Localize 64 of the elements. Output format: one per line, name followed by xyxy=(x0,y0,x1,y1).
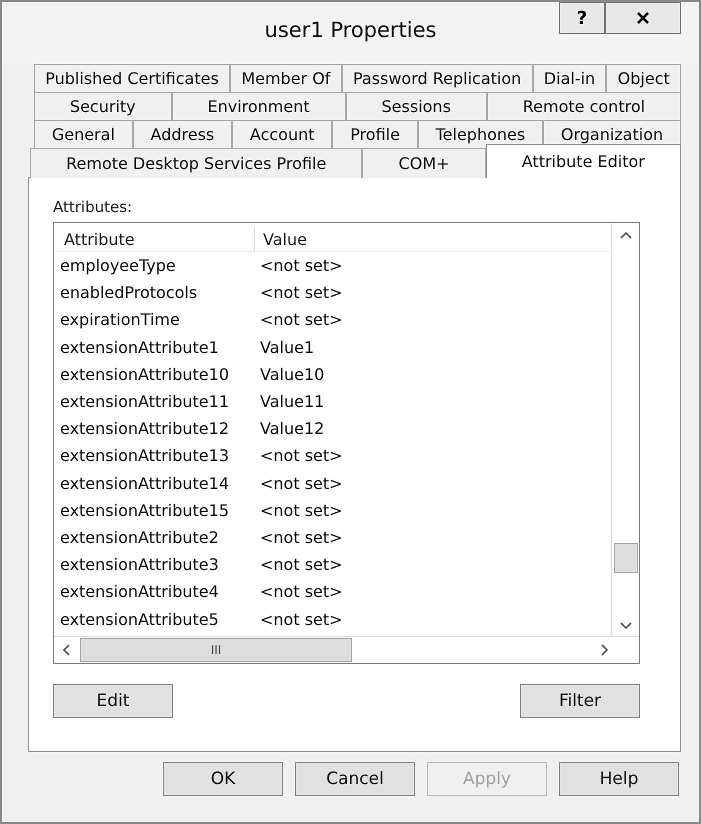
table-cell: <not set> xyxy=(260,474,343,493)
table-cell: <not set> xyxy=(260,582,343,602)
column-header[interactable]: Value xyxy=(255,227,307,251)
table-cell: Value1 xyxy=(260,338,314,357)
table-cell-text: extensionAttribute15 xyxy=(59,500,230,520)
table-cell: <not set> xyxy=(260,555,343,574)
scroll-down-icon[interactable] xyxy=(620,622,632,630)
scroll-up-icon[interactable] xyxy=(620,231,632,239)
close-button[interactable] xyxy=(605,2,681,34)
scroll-right-icon[interactable] xyxy=(601,644,609,656)
tab[interactable]: Environment xyxy=(172,92,346,120)
tab[interactable]: Published Certificates xyxy=(34,64,230,92)
table-cell-text: employeeType xyxy=(59,256,177,276)
column-header[interactable]: Attribute xyxy=(56,227,255,251)
tab[interactable]: Profile xyxy=(332,120,418,148)
button[interactable]: Help xyxy=(559,762,679,796)
table-cell-text: extensionAttribute14 xyxy=(59,474,230,493)
table-cell-text: extensionAttribute2 xyxy=(59,528,220,547)
table-cell-text: extensionAttribute5 xyxy=(59,610,220,629)
scroll-thumb[interactable] xyxy=(614,543,638,573)
vertical-scrollbar[interactable] xyxy=(611,223,639,636)
table-cell: <not set> xyxy=(260,610,343,629)
table-cell-text: extensionAttribute11 xyxy=(59,392,230,412)
table-cell: <not set> xyxy=(260,256,343,276)
table-cell: <not set> xyxy=(260,528,343,547)
tab[interactable]: COM+ xyxy=(362,148,486,178)
button[interactable]: Edit xyxy=(53,684,173,718)
table-cell: <not set> xyxy=(260,500,343,520)
tab[interactable]: Sessions xyxy=(346,92,487,120)
tab[interactable]: Telephones xyxy=(418,120,544,148)
table-cell-text: enabledProtocols xyxy=(59,283,198,302)
tab[interactable]: Remote control xyxy=(486,92,681,120)
table-cell: Value12 xyxy=(260,419,324,438)
table-cell: <not set> xyxy=(260,310,343,330)
table-cell: Value10 xyxy=(260,364,324,384)
tab[interactable]: Remote Desktop Services Profile xyxy=(30,148,362,178)
scroll-thumb[interactable]: III xyxy=(80,638,352,662)
attributes-label: Attributes: xyxy=(53,198,134,216)
table-cell-text: expirationTime xyxy=(59,310,181,330)
table-cell: Value11 xyxy=(260,392,324,412)
table-cell-text: extensionAttribute12 xyxy=(59,419,230,438)
tab[interactable]: Attribute Editor xyxy=(486,144,681,178)
tab[interactable]: Password Replication xyxy=(342,64,533,92)
button[interactable]: Cancel xyxy=(295,762,415,796)
table-cell-text: extensionAttribute1 xyxy=(59,338,220,357)
table-cell-text: extensionAttribute4 xyxy=(59,582,220,602)
table-cell: <not set> xyxy=(260,283,343,302)
tab[interactable]: Account xyxy=(232,120,332,148)
tab[interactable]: Security xyxy=(34,92,172,120)
button[interactable]: OK xyxy=(163,762,283,796)
tab[interactable]: General xyxy=(34,120,133,148)
scroll-left-icon[interactable] xyxy=(62,644,70,656)
tab[interactable]: Member Of xyxy=(230,64,342,92)
table-cell-text: extensionAttribute3 xyxy=(59,555,220,574)
tab[interactable]: Object xyxy=(606,64,682,92)
tab[interactable]: Address xyxy=(132,120,232,148)
window-title: user1 Properties xyxy=(264,18,436,42)
button[interactable]: Filter xyxy=(520,684,640,718)
help-button[interactable]: ? xyxy=(559,2,605,34)
table-cell: <not set> xyxy=(260,446,343,466)
table-cell-text: extensionAttribute13 xyxy=(59,446,230,466)
close-icon xyxy=(636,11,650,25)
table-cell-text: extensionAttribute10 xyxy=(59,364,230,384)
tab[interactable]: Dial-in xyxy=(532,64,606,92)
